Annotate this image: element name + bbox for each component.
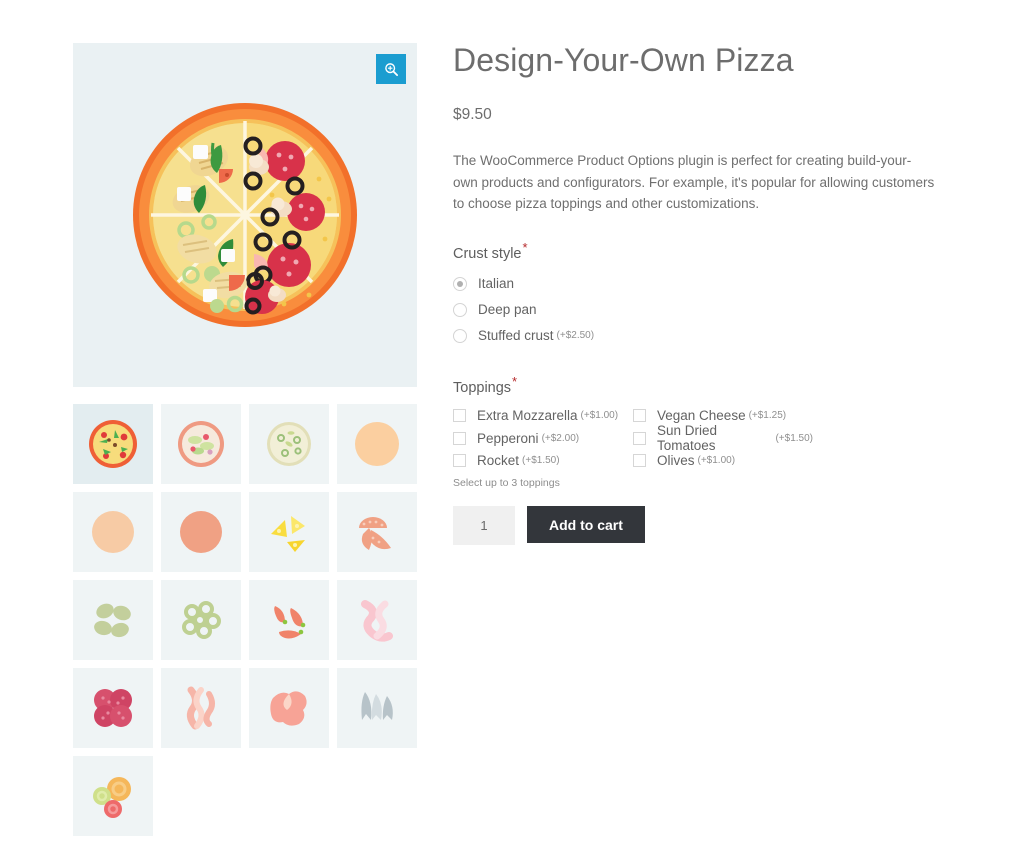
product-summary: Design-Your-Own Pizza $9.50 The WooComme… bbox=[453, 40, 953, 545]
crust-style-label-text: Crust style bbox=[453, 245, 522, 262]
thumbnail-mushrooms[interactable] bbox=[337, 492, 417, 572]
thumbnail-ham-slices[interactable] bbox=[249, 668, 329, 748]
thumbnail-pizza-vegetable[interactable] bbox=[73, 404, 153, 484]
radio-price: (+$2.50) bbox=[556, 330, 595, 341]
checkbox-indicator[interactable] bbox=[633, 431, 646, 445]
product-price: $9.50 bbox=[453, 106, 492, 123]
radio-label: Deep pan bbox=[478, 302, 537, 317]
radio-label: Italian bbox=[478, 276, 515, 291]
radio-option-italian[interactable]: Italian bbox=[453, 271, 953, 297]
checkbox-indicator[interactable] bbox=[453, 409, 466, 423]
magnifier-plus-icon bbox=[384, 62, 399, 77]
toppings-grid: Extra Mozzarella (+$1.00) Pepperoni (+$2… bbox=[453, 405, 853, 473]
toppings-group: Toppings* Extra Mozzarella (+$1.00) Pepp… bbox=[453, 375, 953, 489]
add-to-cart-button[interactable]: Add to cart bbox=[527, 506, 645, 543]
checkbox-label: Sun Dried Tomatoes bbox=[657, 423, 718, 454]
quantity-input[interactable] bbox=[453, 506, 515, 545]
thumbnail-salami-slices[interactable] bbox=[73, 668, 153, 748]
thumbnail-dough-base-light[interactable] bbox=[73, 492, 153, 572]
checkbox-price: (+$1.00) bbox=[580, 410, 619, 422]
checkbox-price: (+$2.00) bbox=[541, 432, 580, 444]
radio-indicator[interactable] bbox=[453, 328, 467, 343]
checkbox-indicator[interactable] bbox=[633, 454, 646, 468]
radio-indicator[interactable] bbox=[453, 302, 467, 317]
checkbox-option-rocket[interactable]: Rocket (+$1.50) bbox=[453, 450, 633, 473]
thumbnail-strip bbox=[73, 404, 417, 836]
radio-label: Stuffed crust bbox=[478, 328, 554, 343]
checkbox-indicator[interactable] bbox=[453, 431, 466, 445]
thumbnail-olives-whole[interactable] bbox=[73, 580, 153, 660]
thumbnail-dough-base-peach[interactable] bbox=[337, 404, 417, 484]
thumbnail-cheese-wedges[interactable] bbox=[249, 492, 329, 572]
page-title: Design-Your-Own Pizza bbox=[453, 42, 794, 78]
radio-option-stuffed-crust[interactable]: Stuffed crust (+$2.50) bbox=[453, 323, 953, 349]
checkbox-indicator[interactable] bbox=[633, 409, 646, 423]
radio-option-deep-pan[interactable]: Deep pan bbox=[453, 297, 953, 323]
toppings-label: Toppings* bbox=[453, 375, 953, 396]
checkbox-price: (+$1.25) bbox=[748, 410, 787, 422]
cart-controls: Add to cart bbox=[453, 506, 953, 545]
checkbox-label: Extra Mozzarella bbox=[477, 408, 578, 424]
thumbnail-olive-rings[interactable] bbox=[161, 580, 241, 660]
pizza-illustration bbox=[129, 99, 361, 331]
checkbox-option-sun-dried-tomatoes[interactable]: Sun Dried Tomatoes (+$1.50) bbox=[633, 423, 813, 453]
thumbnail-pepper-rings[interactable] bbox=[73, 756, 153, 836]
zoom-button[interactable] bbox=[376, 54, 406, 84]
thumbnail-ham-ribbons[interactable] bbox=[337, 580, 417, 660]
thumbnail-bacon-strips[interactable] bbox=[161, 668, 241, 748]
crust-style-label: Crust style* bbox=[453, 241, 953, 262]
checkbox-price: (+$1.50) bbox=[522, 455, 560, 467]
radio-indicator[interactable] bbox=[453, 276, 467, 291]
crust-style-group: Crust style* Italian Deep pan Stuffed cr… bbox=[453, 241, 953, 349]
toppings-column-left: Extra Mozzarella (+$1.00) Pepperoni (+$2… bbox=[453, 405, 633, 473]
checkbox-price: (+$1.50) bbox=[775, 432, 813, 444]
checkbox-label: Vegan Cheese bbox=[657, 408, 746, 424]
thumbnail-pizza-white[interactable] bbox=[249, 404, 329, 484]
checkbox-option-extra-mozzarella[interactable]: Extra Mozzarella (+$1.00) bbox=[453, 405, 633, 428]
thumbnail-tomato-base[interactable] bbox=[161, 492, 241, 572]
toppings-column-right: Vegan Cheese (+$1.25) Sun Dried Tomatoes… bbox=[633, 405, 813, 473]
toppings-label-text: Toppings bbox=[453, 379, 512, 396]
checkbox-price: (+$1.00) bbox=[697, 455, 736, 467]
checkbox-label: Rocket bbox=[477, 453, 520, 469]
toppings-helper-text: Select up to 3 toppings bbox=[453, 477, 560, 489]
main-product-image[interactable] bbox=[73, 43, 417, 387]
checkbox-indicator[interactable] bbox=[453, 454, 466, 468]
checkbox-option-pepperoni[interactable]: Pepperoni (+$2.00) bbox=[453, 427, 633, 450]
product-page: Design-Your-Own Pizza $9.50 The WooComme… bbox=[0, 0, 1024, 860]
thumbnail-chili-peppers[interactable] bbox=[249, 580, 329, 660]
checkbox-label: Olives bbox=[657, 453, 695, 469]
required-asterisk: * bbox=[522, 239, 528, 255]
thumbnail-anchovies[interactable] bbox=[337, 668, 417, 748]
product-gallery bbox=[73, 43, 417, 836]
required-asterisk: * bbox=[512, 373, 518, 389]
checkbox-label: Pepperoni bbox=[477, 430, 539, 446]
thumbnail-pizza-salad[interactable] bbox=[161, 404, 241, 484]
product-description: The WooCommerce Product Options plugin i… bbox=[453, 153, 935, 211]
